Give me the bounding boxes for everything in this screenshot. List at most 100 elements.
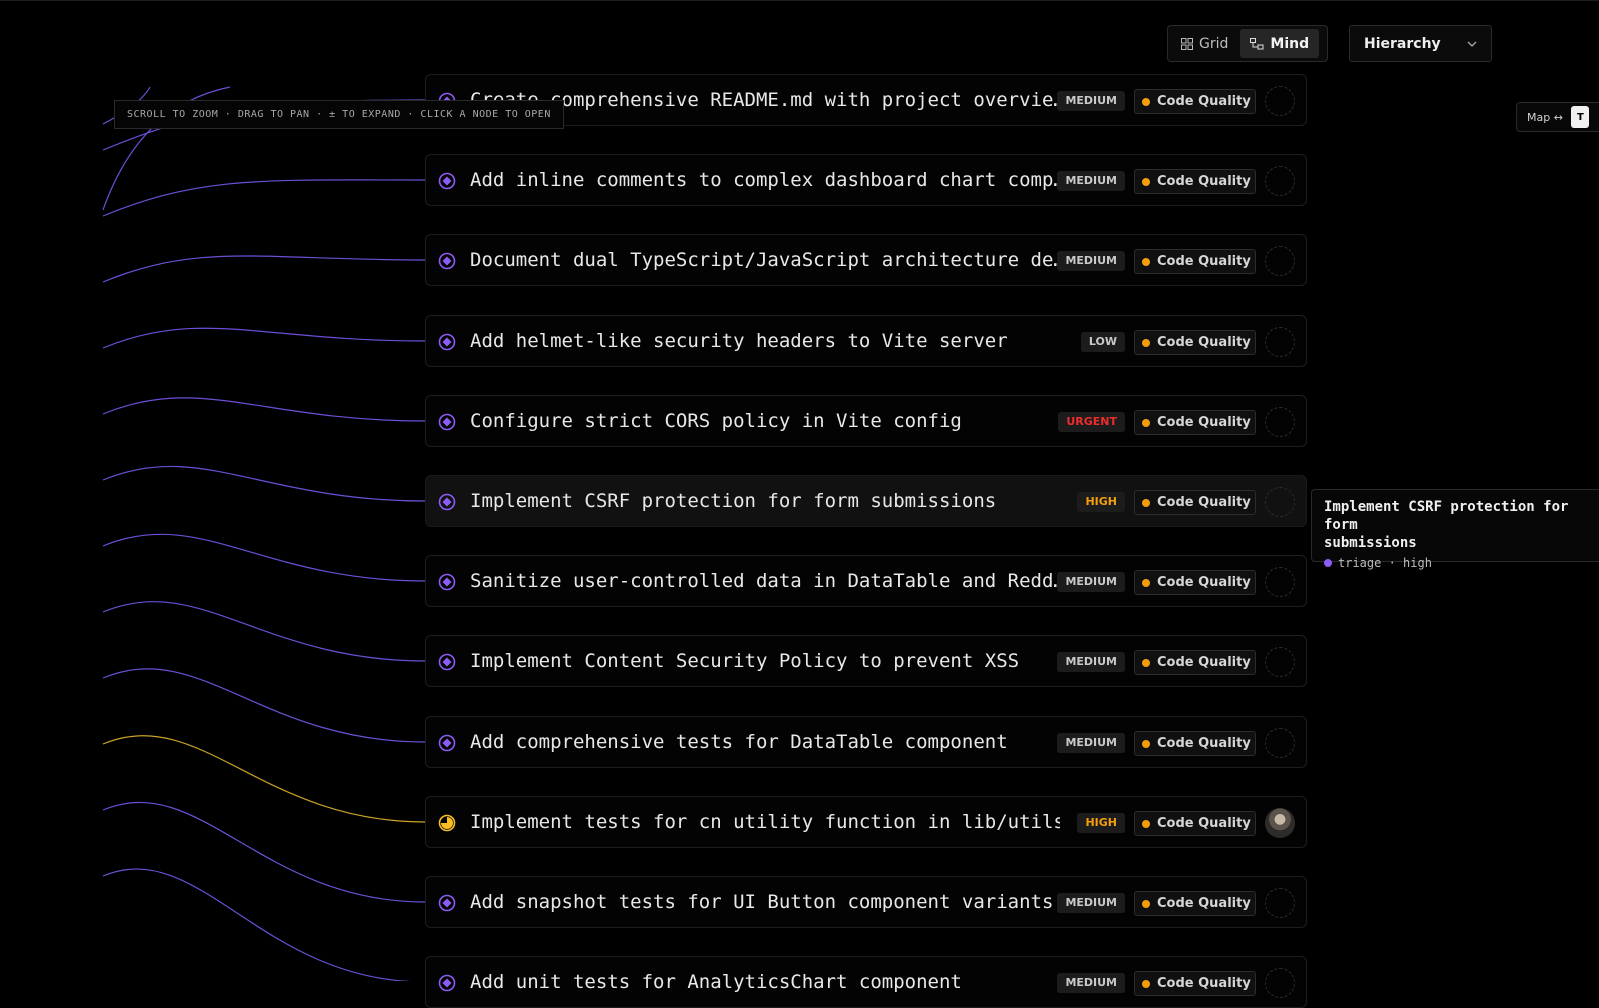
label-dot-icon [1142, 257, 1150, 266]
edge-line [102, 735, 426, 823]
layout-select[interactable]: Hierarchy [1349, 25, 1492, 62]
task-node[interactable]: Document dual TypeScript/JavaScript arch… [425, 234, 1307, 286]
unassigned-avatar-icon[interactable] [1265, 647, 1295, 677]
unassigned-avatar-icon[interactable] [1265, 888, 1295, 918]
mind-map-icon [1250, 37, 1264, 49]
task-title: Add snapshot tests for UI Button compone… [470, 891, 1054, 913]
edge-line [102, 465, 426, 502]
layout-select-value: Hierarchy [1364, 35, 1441, 52]
map-toggle[interactable]: Map ↔ T [1516, 102, 1599, 132]
label-dot-icon [1142, 578, 1150, 587]
map-toggle-label: Map ↔ [1527, 110, 1563, 124]
label-chip: Code Quality [1134, 650, 1256, 675]
node-tooltip: Implement CSRF protection for form submi… [1311, 489, 1599, 570]
task-node[interactable]: Add inline comments to complex dashboard… [425, 154, 1307, 206]
unassigned-avatar-icon[interactable] [1265, 968, 1295, 998]
label-text: Code Quality [1157, 94, 1251, 109]
label-text: Code Quality [1157, 254, 1251, 269]
label-text: Code Quality [1157, 415, 1251, 430]
backlog-status-icon [438, 413, 456, 431]
unassigned-avatar-icon[interactable] [1265, 407, 1295, 437]
grid-view-button[interactable]: Grid [1171, 29, 1238, 58]
label-chip: Code Quality [1134, 89, 1256, 114]
unassigned-avatar-icon[interactable] [1265, 246, 1295, 276]
priority-badge: MEDIUM [1057, 251, 1125, 271]
backlog-status-icon [438, 573, 456, 591]
backlog-status-icon [438, 734, 456, 752]
backlog-status-icon [438, 493, 456, 511]
canvas-hint: SCROLL TO ZOOM · DRAG TO PAN · ± TO EXPA… [114, 100, 564, 129]
unassigned-avatar-icon[interactable] [1265, 487, 1295, 517]
task-node[interactable]: Add unit tests for AnalyticsChart compon… [425, 956, 1307, 1008]
grid-view-label: Grid [1199, 35, 1229, 52]
edge-line [102, 397, 426, 422]
label-dot-icon [1142, 498, 1150, 507]
edge-line [102, 255, 426, 283]
backlog-status-icon [438, 894, 456, 912]
priority-badge: MEDIUM [1057, 652, 1125, 672]
task-node[interactable]: Sanitize user-controlled data in DataTab… [425, 555, 1307, 607]
edge-line [102, 533, 426, 582]
priority-badge: LOW [1080, 332, 1125, 352]
task-title: Sanitize user-controlled data in DataTab… [470, 570, 1060, 592]
task-node[interactable]: Configure strict CORS policy in Vite con… [425, 395, 1307, 447]
label-chip: Code Quality [1134, 811, 1256, 836]
task-title: Add helmet-like security headers to Vite… [470, 330, 1008, 352]
unassigned-avatar-icon[interactable] [1265, 327, 1295, 357]
label-text: Code Quality [1157, 335, 1251, 350]
label-dot-icon [1142, 899, 1150, 908]
unassigned-avatar-icon[interactable] [1265, 728, 1295, 758]
label-text: Code Quality [1157, 896, 1251, 911]
label-chip: Code Quality [1134, 731, 1256, 756]
map-toggle-mini: T [1570, 106, 1589, 128]
task-node[interactable]: Implement CSRF protection for form submi… [425, 475, 1307, 527]
unassigned-avatar-icon[interactable] [1265, 86, 1295, 116]
unassigned-avatar-icon[interactable] [1265, 166, 1295, 196]
priority-badge: MEDIUM [1057, 572, 1125, 592]
mind-view-label: Mind [1270, 35, 1310, 52]
priority-badge: MEDIUM [1057, 973, 1125, 993]
task-node[interactable]: Implement Content Security Policy to pre… [425, 635, 1307, 687]
task-title: Add comprehensive tests for DataTable co… [470, 731, 1008, 753]
in-progress-status-icon [438, 814, 456, 832]
task-node[interactable]: Add snapshot tests for UI Button compone… [425, 876, 1307, 928]
label-dot-icon [1142, 338, 1150, 347]
task-node[interactable]: Implement tests for cn utility function … [425, 796, 1307, 848]
label-dot-icon [1142, 177, 1150, 186]
backlog-status-icon [438, 333, 456, 351]
label-text: Code Quality [1157, 816, 1251, 831]
priority-badge: MEDIUM [1057, 91, 1125, 111]
task-title: Implement CSRF protection for form submi… [470, 490, 997, 512]
priority-badge: HIGH [1077, 492, 1125, 512]
task-title: Add unit tests for AnalyticsChart compon… [470, 971, 962, 993]
edge-line [102, 601, 426, 662]
label-chip: Code Quality [1134, 971, 1256, 996]
edge-line [102, 868, 416, 981]
label-dot-icon [1142, 739, 1150, 748]
label-chip: Code Quality [1134, 891, 1256, 916]
tooltip-meta-text: triage · high [1338, 556, 1432, 570]
label-dot-icon [1142, 418, 1150, 427]
mind-view-button[interactable]: Mind [1240, 29, 1320, 58]
view-mode-toggle: Grid Mind [1167, 25, 1328, 62]
backlog-status-icon [438, 653, 456, 671]
avatar[interactable] [1265, 808, 1295, 838]
priority-badge: MEDIUM [1057, 171, 1125, 191]
label-dot-icon [1142, 658, 1150, 667]
priority-badge: MEDIUM [1057, 733, 1125, 753]
backlog-status-icon [438, 172, 456, 190]
tooltip-title: Implement CSRF protection for form submi… [1324, 499, 1569, 551]
priority-badge: URGENT [1058, 412, 1125, 432]
backlog-status-icon [438, 974, 456, 992]
edge-line [102, 801, 426, 903]
grid-icon [1181, 37, 1193, 50]
edge-line [102, 327, 426, 349]
label-dot-icon [1142, 97, 1150, 106]
task-title: Configure strict CORS policy in Vite con… [470, 410, 962, 432]
task-node[interactable]: Add comprehensive tests for DataTable co… [425, 716, 1307, 768]
unassigned-avatar-icon[interactable] [1265, 567, 1295, 597]
task-node[interactable]: Add helmet-like security headers to Vite… [425, 315, 1307, 367]
label-text: Code Quality [1157, 736, 1251, 751]
label-chip: Code Quality [1134, 249, 1256, 274]
priority-badge: HIGH [1077, 813, 1125, 833]
